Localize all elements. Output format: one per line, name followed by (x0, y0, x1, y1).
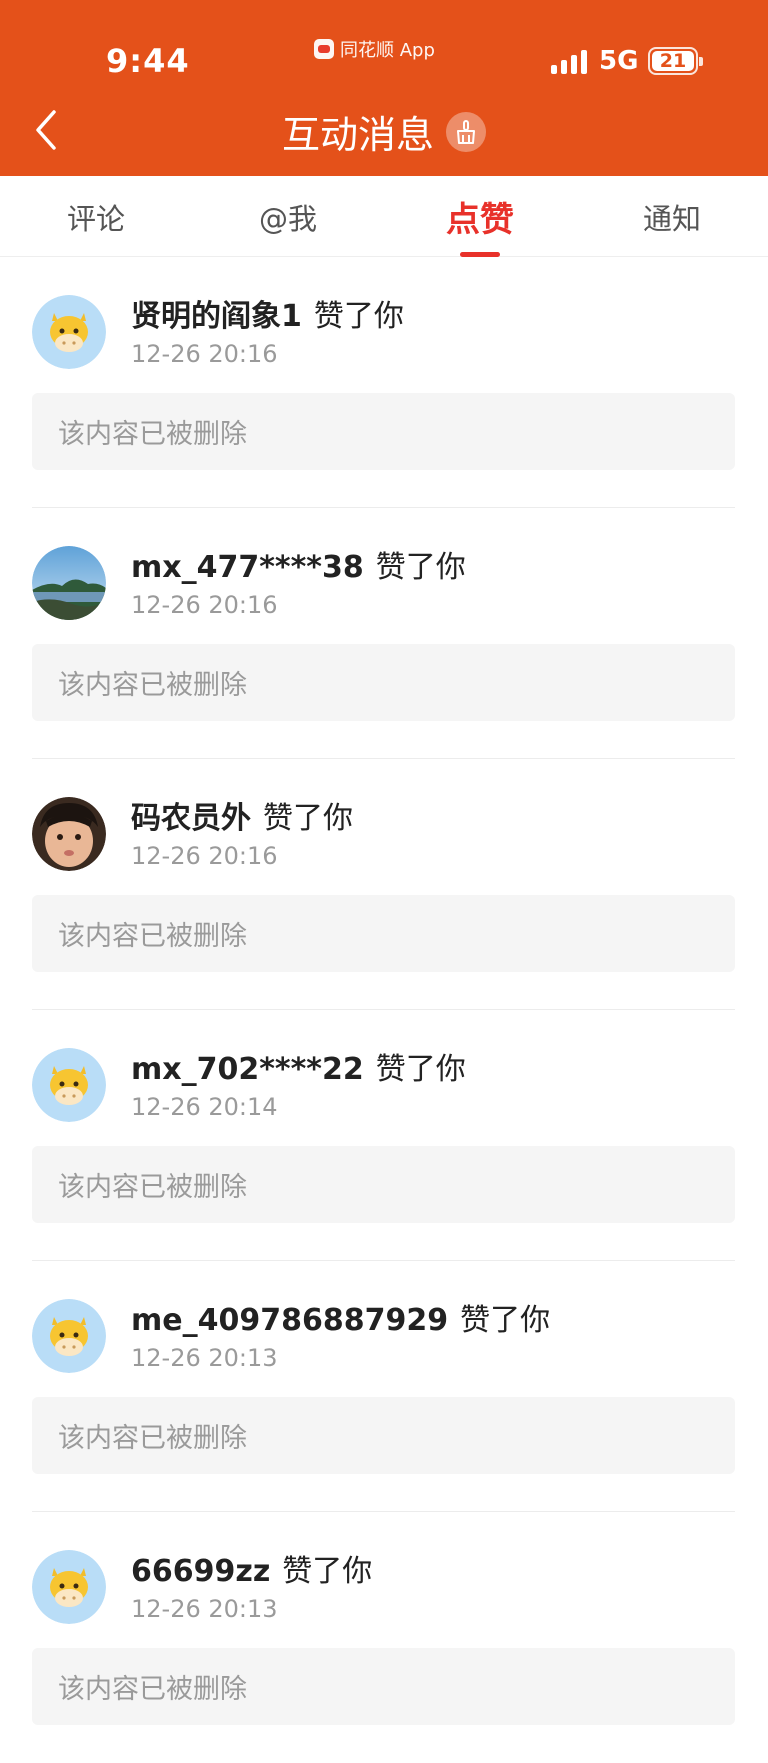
deleted-content-card[interactable]: 该内容已被删除 (32, 393, 735, 470)
action-text: 赞了你 (375, 1052, 466, 1087)
clear-messages-button[interactable] (446, 111, 486, 152)
source-app-name: 同花顺 App (340, 40, 435, 61)
action-text: 赞了你 (375, 550, 466, 585)
deleted-content-card[interactable]: 该内容已被删除 (32, 644, 735, 721)
list-item[interactable]: mx_477****38 赞了你 12-26 20:16 该内容已被删除 (0, 508, 768, 759)
avatar[interactable] (32, 546, 106, 620)
timestamp: 12-26 20:13 (131, 1595, 278, 1623)
tab-likes[interactable]: 点赞 (384, 176, 576, 257)
battery-icon: 21 (648, 47, 703, 75)
avatar[interactable] (32, 797, 106, 871)
page-title: 互动消息 (281, 113, 434, 157)
network-label: 5G (599, 46, 639, 76)
list-item[interactable]: mx_702****22 赞了你 12-26 20:14 该内容已被删除 (0, 1010, 768, 1261)
deleted-content-card[interactable]: 该内容已被删除 (32, 895, 735, 972)
avatar[interactable] (32, 1299, 106, 1373)
cow-avatar-icon (32, 1550, 106, 1624)
cow-avatar-icon (32, 295, 106, 369)
child-photo-avatar-icon (32, 797, 106, 871)
deleted-content-card[interactable]: 该内容已被删除 (32, 1146, 735, 1223)
deleted-content-card[interactable]: 该内容已被删除 (32, 1648, 735, 1725)
list-item[interactable]: 66699zz 赞了你 12-26 20:13 该内容已被删除 (0, 1512, 768, 1763)
signal-icon (551, 50, 587, 74)
avatar[interactable] (32, 1048, 106, 1122)
list-item[interactable]: 贤明的阎象1 赞了你 12-26 20:16 该内容已被删除 (0, 257, 768, 508)
avatar[interactable] (32, 295, 106, 369)
back-button[interactable] (28, 106, 68, 154)
action-text: 赞了你 (263, 801, 353, 836)
battery-level: 21 (652, 50, 694, 72)
action-text: 赞了你 (282, 1554, 373, 1589)
username[interactable]: 贤明的阎象1 (131, 291, 302, 335)
cow-avatar-icon (32, 1299, 106, 1373)
deleted-content-card[interactable]: 该内容已被删除 (32, 1397, 735, 1474)
username[interactable]: 码农员外 (131, 793, 251, 837)
landscape-avatar-icon (32, 546, 106, 620)
username[interactable]: mx_702****22 (131, 1052, 364, 1087)
list-item[interactable]: me_409786887929 赞了你 12-26 20:13 该内容已被删除 (0, 1261, 768, 1512)
source-app-indicator[interactable]: 同花顺 App (314, 36, 435, 62)
timestamp: 12-26 20:14 (131, 1093, 278, 1121)
broom-icon (457, 119, 475, 144)
message-tabs: 评论 @我 点赞 通知 (0, 176, 768, 257)
avatar[interactable] (32, 1550, 106, 1624)
action-text: 赞了你 (460, 1303, 551, 1338)
chevron-left-icon (36, 110, 56, 150)
list-item[interactable]: 码农员外 赞了你 12-26 20:16 该内容已被删除 (0, 759, 768, 1010)
username[interactable]: mx_477****38 (131, 550, 364, 585)
tab-notifications[interactable]: 通知 (576, 176, 768, 257)
timestamp: 12-26 20:16 (131, 340, 278, 368)
app-logo-icon (314, 39, 334, 59)
action-text: 赞了你 (313, 299, 404, 334)
username[interactable]: 66699zz (131, 1554, 270, 1589)
tab-comments[interactable]: 评论 (0, 176, 192, 257)
timestamp: 12-26 20:13 (131, 1344, 278, 1372)
username[interactable]: me_409786887929 (131, 1303, 448, 1338)
timestamp: 12-26 20:16 (131, 591, 278, 619)
header-bar: 9:44 同花顺 App 5G 21 互动消息 (0, 0, 768, 176)
timestamp: 12-26 20:16 (131, 842, 278, 870)
cow-avatar-icon (32, 1048, 106, 1122)
tab-mentions[interactable]: @我 (192, 176, 384, 257)
status-time: 9:44 (106, 42, 190, 80)
